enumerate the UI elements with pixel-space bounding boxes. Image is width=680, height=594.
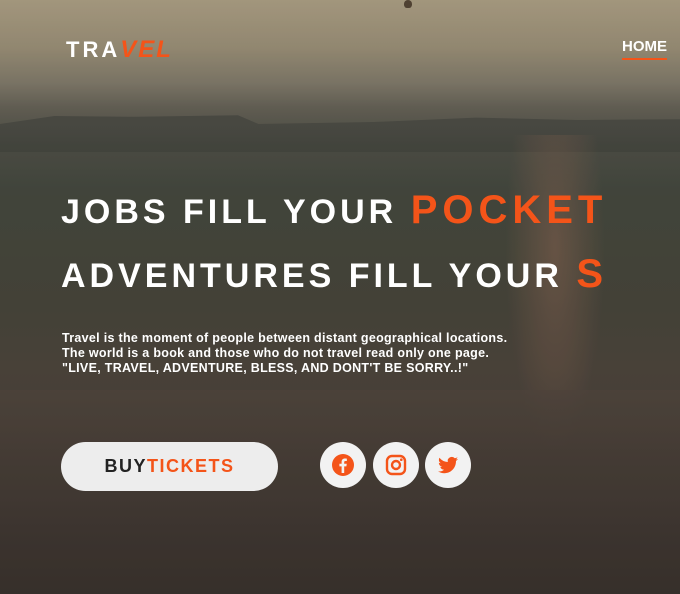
twitter-icon [438, 456, 458, 474]
tickets-label: TICKETS [147, 456, 235, 476]
headline-line-2-text: ADVENTURES FILL YOUR [61, 257, 577, 295]
facebook-button[interactable] [320, 442, 366, 488]
instagram-button[interactable] [373, 442, 419, 488]
headline-line-1-text: JOBS FILL YOUR [61, 193, 411, 231]
facebook-icon [332, 454, 354, 476]
buy-tickets-button[interactable]: BUY TICKETS [61, 442, 278, 491]
headline-line-1: JOBS FILL YOUR POCKET [61, 188, 607, 233]
logo-part-1: TRA [66, 37, 121, 62]
hero-description: Travel is the moment of people between d… [62, 331, 507, 376]
headline-line-2-accent: S [576, 252, 609, 296]
logo[interactable]: TRAVEL [66, 36, 173, 64]
twitter-button[interactable] [425, 442, 471, 488]
headline-line-2: ADVENTURES FILL YOUR S [61, 252, 608, 297]
headline-line-1-accent: POCKET [410, 188, 608, 232]
logo-part-2: VEL [120, 36, 173, 63]
buy-label: BUY [104, 456, 147, 476]
description-line: The world is a book and those who do not… [62, 346, 490, 360]
nav-home-link[interactable]: HOME [622, 38, 667, 60]
description-line: Travel is the moment of people between d… [62, 331, 508, 345]
description-line: "LIVE, TRAVEL, ADVENTURE, BLESS, AND DON… [62, 361, 469, 375]
hero-overlay [0, 0, 680, 594]
instagram-icon [385, 454, 407, 476]
